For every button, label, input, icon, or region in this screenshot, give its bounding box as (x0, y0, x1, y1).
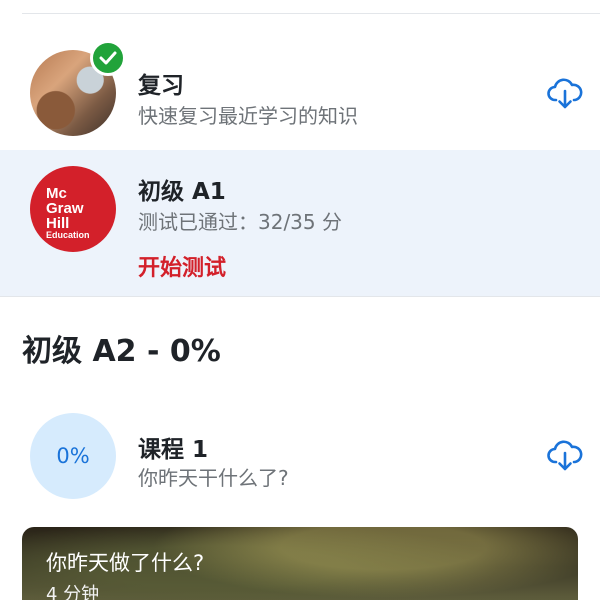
level-a1-status: 测试已通过：32/35 分 (138, 210, 342, 234)
cloud-download-icon[interactable] (547, 440, 583, 472)
logo-text: Hill (46, 215, 70, 232)
review-subtitle: 快速复习最近学习的知识 (138, 104, 358, 128)
start-test-button[interactable]: 开始测试 (138, 250, 226, 282)
logo-text: Mc (46, 185, 67, 202)
lesson-title[interactable]: 课程 1 (138, 430, 208, 464)
level-a1-row[interactable]: Mc Graw Hill Education 初级 A1 测试已通过：32/35… (0, 150, 600, 296)
lesson-subtitle: 你昨天干什么了? (138, 466, 289, 490)
review-thumbnail-wrap (30, 40, 126, 136)
video-title: 你昨天做了什么? (46, 551, 205, 575)
divider (0, 296, 600, 297)
logo-text: Education (46, 230, 90, 240)
logo-text: Graw (46, 200, 84, 217)
check-icon (99, 51, 117, 65)
review-row[interactable]: 复习 快速复习最近学习的知识 (0, 14, 600, 150)
level-a1-title: 初级 A1 (138, 179, 226, 205)
video-card[interactable]: 你昨天做了什么? 4 分钟 (22, 527, 578, 600)
lesson-progress-circle: 0% (30, 413, 116, 499)
cloud-download-icon[interactable] (547, 78, 583, 110)
review-title: 复习 (138, 73, 184, 99)
completed-badge (90, 40, 126, 76)
video-duration: 4 分钟 (46, 584, 100, 600)
mcgraw-hill-logo: Mc Graw Hill Education (30, 166, 116, 252)
section-title: 初级 A2 - 0% (22, 334, 221, 369)
